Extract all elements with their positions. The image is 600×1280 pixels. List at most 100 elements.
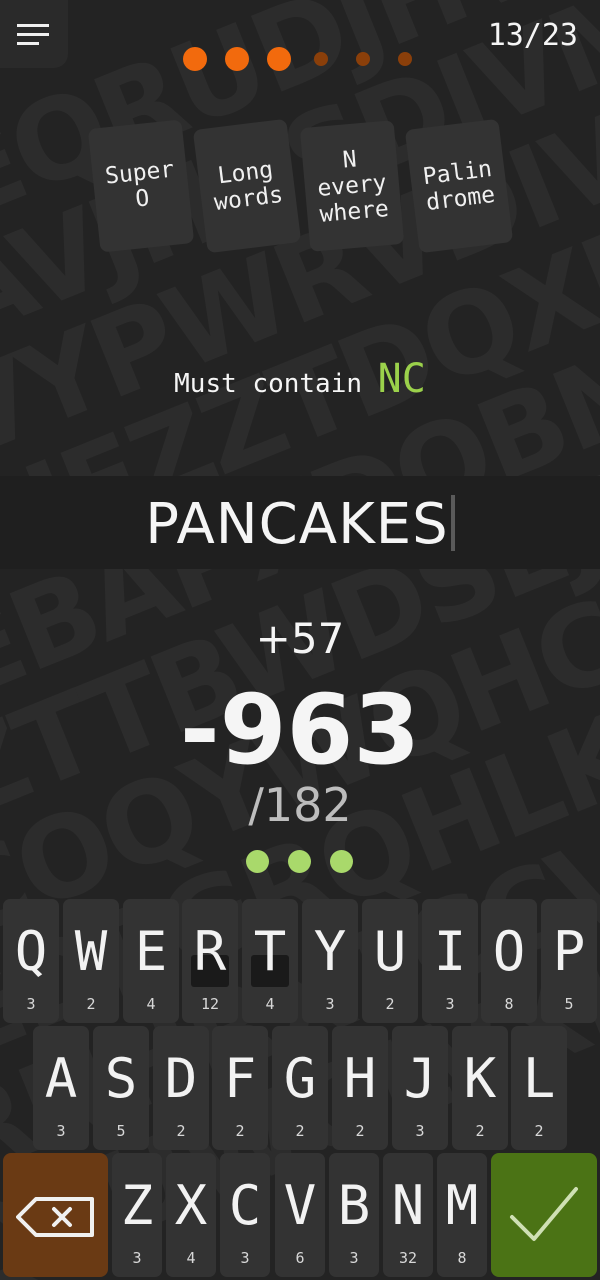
score-gain: +57 (255, 614, 345, 663)
key-t[interactable]: T4 (242, 899, 298, 1023)
key-points: 3 (415, 1122, 425, 1140)
key-points: 2 (235, 1122, 245, 1140)
key-points: 3 (445, 995, 455, 1013)
key-letter: I (433, 920, 467, 983)
key-points: 4 (146, 995, 156, 1013)
key-letter: Q (14, 920, 48, 983)
hamburger-menu-icon (17, 24, 49, 45)
key-letter: L (522, 1047, 556, 1110)
key-letter: V (283, 1174, 317, 1237)
score-target: /182 (248, 778, 352, 832)
key-points: 3 (325, 995, 335, 1013)
key-f[interactable]: F2 (212, 1026, 268, 1150)
rule-text: Must contain (174, 369, 362, 399)
progress-dot-complete (183, 47, 207, 71)
key-q[interactable]: Q3 (3, 899, 59, 1023)
rule-banner: Must contain NC (0, 356, 600, 402)
key-points: 2 (86, 995, 96, 1013)
key-points: 2 (475, 1122, 485, 1140)
key-points: 4 (186, 1249, 196, 1267)
key-g[interactable]: G2 (272, 1026, 328, 1150)
bonus-tile-long-words[interactable]: Long words (192, 118, 302, 254)
key-d[interactable]: D2 (153, 1026, 209, 1150)
key-k[interactable]: K2 (452, 1026, 508, 1150)
key-letter: F (223, 1047, 257, 1110)
key-letter: Z (120, 1174, 154, 1237)
key-points: 3 (349, 1249, 359, 1267)
key-points: 3 (56, 1122, 66, 1140)
key-points: 3 (132, 1249, 142, 1267)
key-letter: Y (313, 920, 347, 983)
progress-dot-complete (267, 47, 291, 71)
life-dot (246, 850, 269, 873)
level-counter: 13/23 (487, 18, 578, 53)
key-points: 12 (200, 995, 220, 1013)
key-letter: E (134, 920, 168, 983)
key-letter: K (463, 1047, 497, 1110)
key-letter: O (492, 920, 526, 983)
key-letter: R (193, 920, 227, 983)
rule-letters: NC (377, 356, 426, 402)
key-y[interactable]: Y3 (302, 899, 358, 1023)
backspace-icon (16, 1197, 94, 1237)
key-m[interactable]: M8 (437, 1153, 487, 1277)
key-points: 2 (534, 1122, 544, 1140)
key-e[interactable]: E4 (123, 899, 179, 1023)
key-h[interactable]: H2 (332, 1026, 388, 1150)
bonus-tile-n-everywhere[interactable]: N every where (299, 120, 405, 252)
checkmark-icon (510, 1187, 578, 1241)
key-points: 8 (504, 995, 514, 1013)
key-p[interactable]: P5 (541, 899, 597, 1023)
key-u[interactable]: U2 (362, 899, 418, 1023)
key-letter: T (253, 920, 287, 983)
progress-dot-pending (314, 52, 328, 66)
key-letter: C (228, 1174, 262, 1237)
key-s[interactable]: S5 (93, 1026, 149, 1150)
key-points: 2 (295, 1122, 305, 1140)
key-points: 2 (385, 995, 395, 1013)
key-j[interactable]: J3 (392, 1026, 448, 1150)
delete-key[interactable] (3, 1153, 108, 1277)
bonus-tile-palindrome[interactable]: Palin drome (404, 118, 514, 254)
bonus-tile-super-o[interactable]: Super O (87, 119, 195, 253)
progress-dot-pending (356, 52, 370, 66)
progress-dot-complete (225, 47, 249, 71)
key-letter: N (391, 1174, 425, 1237)
key-letter: G (283, 1047, 317, 1110)
life-dot (330, 850, 353, 873)
current-word: PANCAKES (145, 492, 449, 557)
text-caret (450, 495, 455, 551)
key-i[interactable]: I3 (422, 899, 478, 1023)
progress-dot-pending (398, 52, 412, 66)
key-points: 2 (176, 1122, 186, 1140)
key-points: 2 (355, 1122, 365, 1140)
submit-key[interactable] (491, 1153, 597, 1277)
word-input[interactable]: PANCAKES (0, 476, 600, 569)
bonus-tile-label: N every where (316, 146, 390, 228)
key-letter: X (174, 1174, 208, 1237)
key-letter: H (343, 1047, 377, 1110)
key-b[interactable]: B3 (329, 1153, 379, 1277)
key-z[interactable]: Z3 (112, 1153, 162, 1277)
menu-button[interactable] (0, 0, 68, 68)
key-points: 8 (457, 1249, 467, 1267)
key-c[interactable]: C3 (220, 1153, 270, 1277)
key-a[interactable]: A3 (33, 1026, 89, 1150)
key-points: 4 (265, 995, 275, 1013)
bonus-tile-label: Super O (103, 156, 176, 213)
key-n[interactable]: N 32 (383, 1153, 433, 1277)
key-letter: D (164, 1047, 198, 1110)
key-letter: W (74, 920, 108, 983)
key-letter: P (552, 920, 586, 983)
key-r[interactable]: R 12 (182, 899, 238, 1023)
key-points: 5 (564, 995, 574, 1013)
key-v[interactable]: V6 (275, 1153, 325, 1277)
key-l[interactable]: L2 (511, 1026, 567, 1150)
key-o[interactable]: O8 (481, 899, 537, 1023)
key-x[interactable]: X4 (166, 1153, 216, 1277)
key-w[interactable]: W2 (63, 899, 119, 1023)
key-letter: B (337, 1174, 371, 1237)
life-dot (288, 850, 311, 873)
key-points: 6 (295, 1249, 305, 1267)
key-points: 3 (240, 1249, 250, 1267)
